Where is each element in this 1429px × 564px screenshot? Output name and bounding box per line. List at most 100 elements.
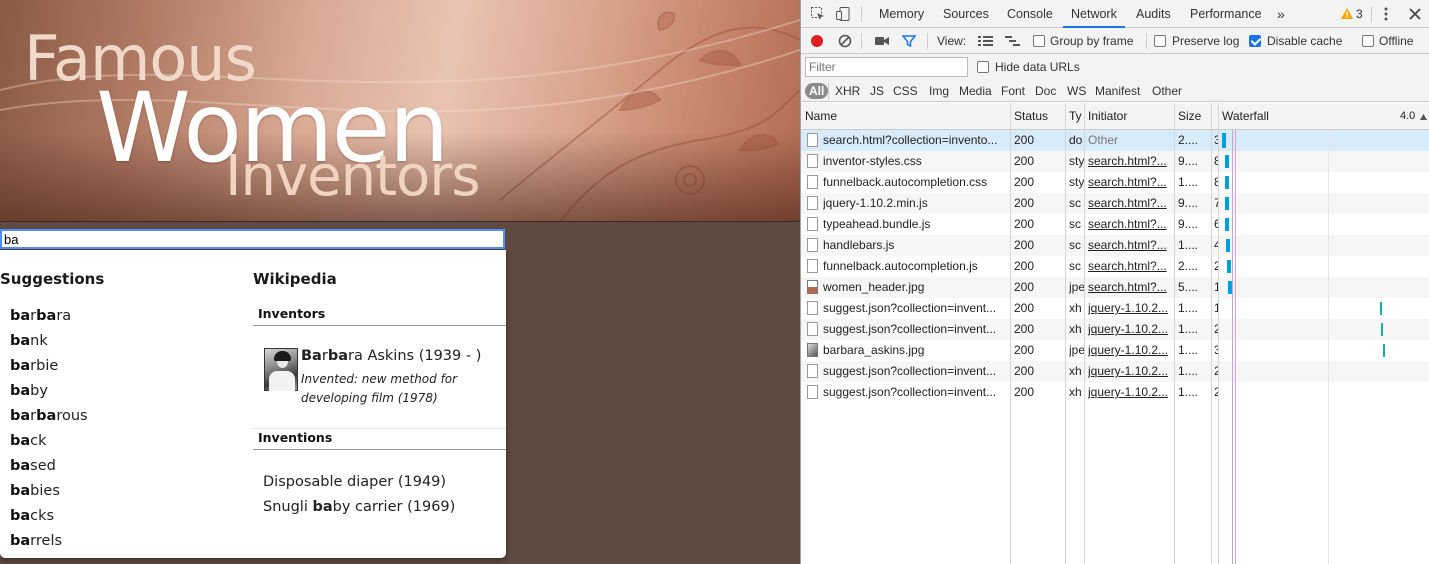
suggestion-item[interactable]: barbarous: [10, 407, 88, 432]
kebab-menu-icon[interactable]: [1383, 7, 1389, 21]
cell-initiator[interactable]: jquery-1.10.2...: [1088, 382, 1172, 403]
suggestion-item[interactable]: based: [10, 457, 88, 482]
suggestion-item[interactable]: back: [10, 432, 88, 457]
warning-icon[interactable]: [1341, 8, 1353, 19]
invention-item[interactable]: Disposable diaper (1949): [263, 474, 446, 490]
cell-initiator[interactable]: search.html?...: [1088, 172, 1172, 193]
overview-icon[interactable]: [1005, 35, 1020, 47]
search-input[interactable]: [0, 229, 505, 249]
type-filter-ws[interactable]: WS: [1067, 83, 1086, 99]
table-row[interactable]: suggest.json?collection=invent... 200 xh jq…: [801, 361, 1429, 382]
column-header-status[interactable]: Status: [1010, 103, 1065, 130]
suggestion-item[interactable]: babies: [10, 482, 88, 507]
filter-icon[interactable]: [902, 34, 916, 48]
cell-size: 9....: [1178, 196, 1199, 210]
cell-initiator[interactable]: search.html?...: [1088, 277, 1172, 298]
suggestion-item[interactable]: barbie: [10, 357, 88, 382]
cell-size: 1....: [1178, 175, 1199, 189]
group-by-frame-checkbox[interactable]: [1033, 35, 1045, 47]
inventor-photo[interactable]: [264, 348, 298, 391]
column-header-time[interactable]: [1211, 103, 1218, 130]
type-filter-media[interactable]: Media: [959, 83, 992, 99]
inventions-section-heading: Inventions: [253, 428, 506, 450]
cell-initiator[interactable]: jquery-1.10.2...: [1088, 340, 1172, 361]
column-header-waterfall[interactable]: Waterfall 4.0: [1218, 103, 1429, 130]
table-row[interactable]: barbara_askins.jpg 200 jpe jquery-1.10.2...…: [801, 340, 1429, 361]
cell-name: inventor-styles.css: [823, 154, 922, 168]
table-row[interactable]: typeahead.bundle.js 200 sc search.html?... 9…: [801, 214, 1429, 235]
table-row[interactable]: suggest.json?collection=invent... 200 xh jq…: [801, 319, 1429, 340]
column-header-size[interactable]: Size: [1174, 103, 1211, 130]
cell-status: 200: [1014, 322, 1035, 336]
cell-initiator[interactable]: search.html?...: [1088, 151, 1172, 172]
warning-count[interactable]: 3: [1356, 7, 1363, 21]
inspect-element-icon[interactable]: [810, 6, 826, 22]
table-row[interactable]: suggest.json?collection=invent... 200 xh jq…: [801, 298, 1429, 319]
more-tabs-button[interactable]: »: [1277, 0, 1285, 28]
type-filter-font[interactable]: Font: [1001, 83, 1025, 99]
tab-network[interactable]: Network: [1063, 0, 1125, 28]
suggestion-item[interactable]: baby: [10, 382, 88, 407]
table-row[interactable]: handlebars.js 200 sc search.html?... 1.... 4: [801, 235, 1429, 256]
hide-data-urls-checkbox[interactable]: [977, 61, 989, 73]
type-filter-doc[interactable]: Doc: [1035, 83, 1056, 99]
table-row[interactable]: women_header.jpg 200 jpe search.html?... 5..…: [801, 277, 1429, 298]
filter-input[interactable]: [805, 57, 968, 77]
waterfall-bar: [1225, 155, 1229, 168]
cell-initiator[interactable]: search.html?...: [1088, 256, 1172, 277]
table-row[interactable]: search.html?collection=invento... 200 do Ot…: [801, 130, 1429, 151]
suggestion-item[interactable]: bank: [10, 332, 88, 357]
cell-initiator[interactable]: jquery-1.10.2...: [1088, 361, 1172, 382]
column-header-type[interactable]: Ty: [1065, 103, 1084, 130]
cell-size: 1....: [1178, 301, 1199, 315]
cell-initiator[interactable]: search.html?...: [1088, 193, 1172, 214]
type-filter-js[interactable]: JS: [870, 83, 884, 99]
tab-performance[interactable]: Performance: [1190, 0, 1262, 28]
cell-initiator[interactable]: jquery-1.10.2...: [1088, 298, 1172, 319]
type-filter-xhr[interactable]: XHR: [835, 83, 860, 99]
file-icon: [807, 217, 818, 231]
device-toolbar-icon[interactable]: [835, 6, 851, 22]
type-filter-all[interactable]: All: [805, 83, 829, 99]
image-file-icon: [807, 280, 818, 294]
type-filter-css[interactable]: CSS: [893, 83, 918, 99]
offline-checkbox[interactable]: [1362, 35, 1374, 47]
column-header-initiator[interactable]: Initiator: [1084, 103, 1174, 130]
preserve-log-label: Preserve log: [1172, 34, 1240, 48]
waterfall-bar: [1380, 302, 1382, 315]
record-icon[interactable]: [810, 34, 824, 48]
clear-icon[interactable]: [838, 34, 852, 48]
suggestion-item[interactable]: barbara: [10, 307, 88, 332]
invention-item[interactable]: Snugli baby carrier (1969): [263, 499, 455, 515]
suggestion-item[interactable]: barrels: [10, 532, 88, 557]
table-row[interactable]: funnelback.autocompletion.css 200 sty searc…: [801, 172, 1429, 193]
cell-initiator[interactable]: jquery-1.10.2...: [1088, 319, 1172, 340]
disable-cache-checkbox[interactable]: [1249, 35, 1261, 47]
tab-sources[interactable]: Sources: [943, 0, 989, 28]
cell-name: suggest.json?collection=invent...: [823, 322, 997, 336]
type-filter-img[interactable]: Img: [929, 83, 949, 99]
screenshot-camera-icon[interactable]: [875, 36, 889, 46]
type-filter-other[interactable]: Other: [1152, 83, 1182, 99]
large-rows-icon[interactable]: [978, 35, 993, 47]
tab-memory[interactable]: Memory: [879, 0, 924, 28]
file-icon: [807, 385, 818, 399]
preserve-log-checkbox[interactable]: [1154, 35, 1166, 47]
table-row[interactable]: jquery-1.10.2.min.js 200 sc search.html?...…: [801, 193, 1429, 214]
cell-initiator[interactable]: search.html?...: [1088, 214, 1172, 235]
table-row[interactable]: funnelback.autocompletion.js 200 sc search.…: [801, 256, 1429, 277]
cell-initiator[interactable]: search.html?...: [1088, 235, 1172, 256]
tab-audits[interactable]: Audits: [1136, 0, 1171, 28]
inventors-section-heading: Inventors: [253, 304, 506, 326]
suggestion-item[interactable]: backs: [10, 507, 88, 532]
table-row[interactable]: suggest.json?collection=invent... 200 xh jq…: [801, 382, 1429, 403]
cell-name: suggest.json?collection=invent...: [823, 364, 997, 378]
tab-console[interactable]: Console: [1007, 0, 1053, 28]
table-row[interactable]: inventor-styles.css 200 sty search.html?...…: [801, 151, 1429, 172]
cell-name: funnelback.autocompletion.css: [823, 175, 988, 189]
cell-name: women_header.jpg: [823, 280, 925, 294]
column-header-name[interactable]: Name: [801, 103, 1010, 130]
close-icon[interactable]: [1409, 8, 1421, 20]
type-filter-manifest[interactable]: Manifest: [1095, 83, 1140, 99]
inventor-name[interactable]: Barbara Askins (1939 - ): [301, 348, 481, 364]
